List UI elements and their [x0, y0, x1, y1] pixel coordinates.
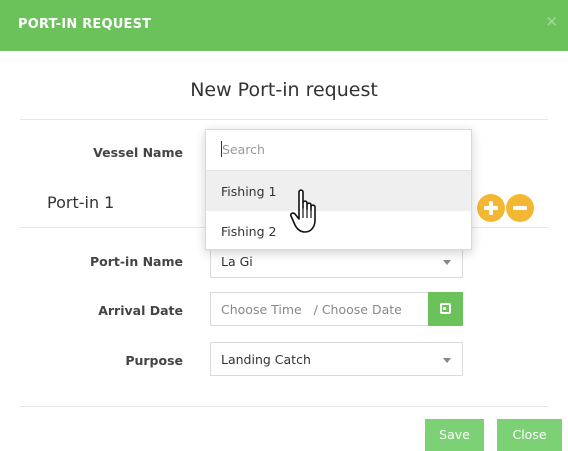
arrival-date-placeholder: Choose Time / Choose Date — [221, 302, 402, 317]
page-title: New Port-in request — [190, 79, 378, 101]
divider — [20, 119, 548, 120]
dropdown-search-input[interactable]: Search — [206, 130, 471, 171]
chevron-down-icon — [443, 260, 451, 265]
close-button[interactable]: Close — [497, 419, 562, 451]
arrival-date-label: Arrival Date — [98, 303, 183, 318]
modal-header: PORT-IN REQUEST × — [0, 0, 568, 51]
option-label: Fishing 2 — [221, 224, 277, 239]
purpose-select[interactable]: Landing Catch — [210, 342, 463, 376]
dropdown-search-placeholder: Search — [222, 142, 265, 157]
dropdown-option-fishing-2[interactable]: Fishing 2 — [206, 211, 471, 251]
chevron-down-icon — [443, 358, 451, 363]
arrival-date-input[interactable]: Choose Time / Choose Date — [210, 292, 428, 326]
close-icon[interactable]: × — [545, 14, 558, 29]
port-in-name-value: La Gi — [221, 254, 253, 269]
calendar-button[interactable] — [428, 292, 463, 326]
divider — [20, 406, 548, 407]
calendar-icon — [440, 303, 451, 314]
save-button[interactable]: Save — [425, 419, 484, 451]
hand-pointer-icon — [290, 189, 316, 233]
port-in-name-label: Port-in Name — [89, 254, 183, 269]
vessel-dropdown: Search Fishing 1 Fishing 2 — [205, 129, 472, 250]
purpose-value: Landing Catch — [221, 352, 311, 367]
modal-title: PORT-IN REQUEST — [18, 17, 152, 32]
purpose-label: Purpose — [125, 353, 183, 368]
dropdown-option-fishing-1[interactable]: Fishing 1 — [206, 171, 471, 211]
vessel-name-label: Vessel Name — [93, 145, 183, 160]
option-label: Fishing 1 — [221, 184, 277, 199]
add-port-in-button[interactable] — [477, 194, 505, 222]
section-title: Port-in 1 — [47, 193, 115, 212]
remove-port-in-button[interactable] — [506, 194, 534, 222]
